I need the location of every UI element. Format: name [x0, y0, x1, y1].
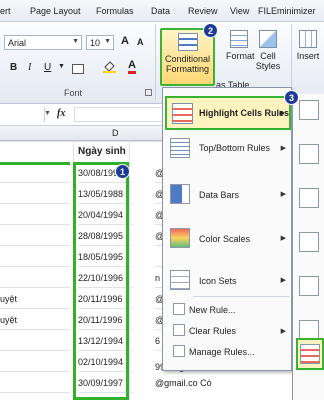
bold-icon[interactable]: B	[10, 62, 17, 73]
grow-font-button[interactable]: A	[121, 35, 129, 47]
step-badge-2: 2	[203, 23, 218, 38]
menu-item-highlight-cells-rules[interactable]: Highlight Cells Rules ▶	[165, 96, 291, 130]
cell-b[interactable]	[0, 225, 70, 246]
submenu-arrow-icon: ▶	[280, 277, 286, 284]
step-badge-1: 1	[115, 164, 130, 179]
format-as-table-button[interactable]: Format	[226, 30, 255, 61]
tab-page-layout[interactable]: Page Layout	[30, 6, 81, 16]
tab-insert[interactable]: ert	[0, 6, 11, 16]
format-as-table-icon	[230, 30, 248, 48]
submenu-arrow-icon: ▶	[280, 235, 286, 242]
column-header-d[interactable]: D	[112, 128, 119, 138]
cell-b[interactable]	[0, 351, 70, 372]
highlight-cells-submenu	[292, 94, 324, 400]
insert-label: Insert	[296, 51, 320, 61]
menu-item-color-scales[interactable]: Color Scales ▶	[163, 222, 291, 256]
underline-icon[interactable]: U	[44, 62, 51, 73]
chevron-down-icon[interactable]: ▼	[58, 63, 65, 70]
submenu-arrow-icon: ▶	[280, 328, 286, 335]
conditional-formatting-label: Conditional	[164, 54, 211, 64]
text-contains-icon[interactable]	[299, 276, 319, 296]
shrink-font-button[interactable]: A	[137, 37, 144, 47]
menu-item-label: New Rule...	[189, 305, 236, 315]
chevron-down-icon[interactable]: ▼	[72, 38, 79, 45]
cell-b[interactable]	[0, 246, 70, 267]
cell-b[interactable]: uyệt	[0, 288, 70, 309]
cell-b[interactable]	[0, 372, 70, 393]
italic-icon[interactable]: I	[28, 62, 31, 73]
submenu-arrow-icon: ▶	[280, 145, 286, 152]
equal-to-icon[interactable]	[299, 232, 319, 252]
cell-b[interactable]	[0, 162, 70, 183]
font-group-label: Font	[64, 88, 83, 98]
step-badge-3: 3	[284, 90, 299, 105]
menu-item-clear-rules[interactable]: Clear Rules ▶	[163, 321, 291, 341]
cell-styles-label: Cell	[260, 51, 276, 61]
font-size-combobox[interactable]: 10 ▼	[86, 35, 114, 50]
header-cell-ngay-sinh[interactable]: Ngày sinh	[78, 142, 126, 163]
menu-divider	[193, 296, 289, 297]
cell-styles-icon	[259, 30, 277, 48]
highlight-cells-rules-icon	[172, 103, 193, 124]
cell-b[interactable]	[0, 183, 70, 204]
font-name-combobox[interactable]: Arial ▼	[4, 35, 82, 50]
selection-top-edge	[0, 162, 70, 165]
borders-icon[interactable]	[72, 64, 84, 74]
less-than-icon[interactable]	[299, 144, 319, 164]
column-selection-highlight	[73, 162, 129, 400]
manage-rules-icon	[173, 345, 185, 357]
ribbon-tab-bar: ert Page Layout Formulas Data Review Vie…	[0, 0, 324, 22]
submenu-arrow-icon: ▶	[280, 191, 286, 198]
cell-b[interactable]	[0, 204, 70, 225]
duplicate-values-icon	[300, 344, 320, 364]
greater-than-icon[interactable]	[299, 100, 319, 120]
font-color-icon[interactable]: A	[128, 60, 136, 74]
icon-sets-icon	[170, 270, 190, 290]
conditional-formatting-icon	[177, 33, 198, 51]
fill-color-icon[interactable]	[103, 60, 116, 73]
menu-item-top-bottom-rules[interactable]: Top/Bottom Rules ▶	[163, 130, 291, 166]
top-bottom-rules-icon	[170, 138, 190, 158]
menu-item-label: Manage Rules...	[189, 347, 255, 357]
tab-view[interactable]: View	[230, 6, 249, 16]
insert-button[interactable]: Insert	[294, 30, 322, 61]
cell-b[interactable]	[0, 267, 70, 288]
clear-rules-icon	[173, 324, 185, 336]
cell-b[interactable]: uyệt	[0, 309, 70, 330]
between-icon[interactable]	[299, 188, 319, 208]
menu-item-label: Top/Bottom Rules	[199, 143, 271, 153]
tab-formulas[interactable]: Formulas	[96, 6, 134, 16]
cell-b[interactable]	[0, 330, 70, 351]
data-bars-icon	[170, 184, 190, 204]
insert-function-icon[interactable]: fx	[57, 108, 65, 119]
formula-input[interactable]	[74, 107, 164, 122]
menu-item-label: Icon Sets	[199, 276, 237, 286]
menu-item-label: Highlight Cells Rules	[199, 108, 290, 118]
date-occurring-icon[interactable]	[299, 320, 319, 340]
cell-styles-button[interactable]: Cell Styles	[253, 30, 283, 71]
menu-item-manage-rules[interactable]: Manage Rules...	[163, 342, 291, 362]
format-as-table-label: Format	[226, 51, 255, 61]
menu-item-label: Color Scales	[199, 234, 251, 244]
cell-email[interactable]: @gmail.co Có	[155, 378, 265, 399]
menu-item-label: Data Bars	[199, 190, 240, 200]
menu-item-new-rule[interactable]: New Rule...	[163, 300, 291, 320]
submenu-arrow-icon: ▶	[279, 110, 285, 117]
group-separator	[155, 24, 156, 100]
chevron-down-icon[interactable]: ▼	[104, 38, 111, 45]
conditional-formatting-label: Formatting	[165, 64, 209, 74]
cell-styles-label: Styles	[255, 61, 281, 71]
font-dialog-launcher-icon[interactable]	[145, 89, 152, 96]
name-box[interactable]	[0, 107, 45, 122]
color-scales-icon	[170, 228, 190, 248]
menu-item-data-bars[interactable]: Data Bars ▶	[163, 178, 291, 212]
menu-item-icon-sets[interactable]: Icon Sets ▶	[163, 264, 291, 298]
tab-review[interactable]: Review	[188, 6, 218, 16]
tab-fileminimizer[interactable]: FILEminimizer	[258, 6, 316, 16]
chevron-down-icon[interactable]: ▼	[44, 110, 51, 117]
tab-data[interactable]: Data	[151, 6, 170, 16]
new-rule-icon	[173, 303, 185, 315]
menu-item-label: Clear Rules	[189, 326, 237, 336]
insert-icon	[299, 30, 317, 48]
